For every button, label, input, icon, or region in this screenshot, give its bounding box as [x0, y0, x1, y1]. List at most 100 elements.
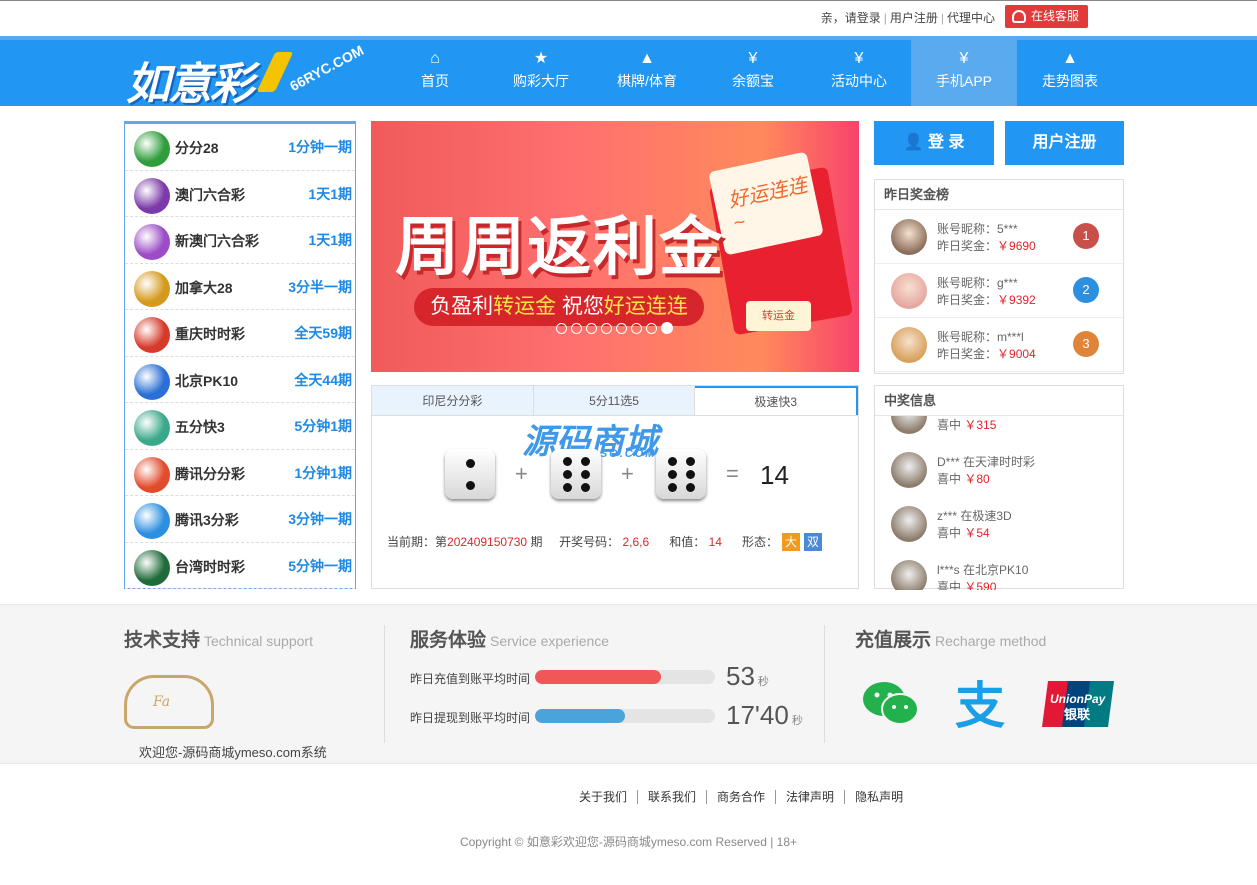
lottery-name: 腾讯3分彩: [175, 512, 239, 528]
nav-item[interactable]: ⌂ 首页: [382, 36, 488, 106]
nav-item[interactable]: ¥ 活动中心: [806, 36, 912, 106]
lottery-name: 台湾时时彩: [175, 558, 245, 575]
lottery-name: 澳门六合彩: [175, 186, 245, 203]
register-button[interactable]: 用户注册: [1005, 121, 1124, 165]
lottery-period: 1天1期: [308, 232, 352, 248]
user-icon: 👤: [903, 134, 924, 151]
carousel-dot[interactable]: [601, 323, 612, 334]
triangle-icon: ▲: [639, 50, 655, 67]
lottery-item[interactable]: 五分快3 5分钟1期: [125, 403, 355, 450]
ranking-row: 账号昵称：5*** 昨日奖金：￥9690 1: [875, 210, 1123, 264]
lottery-name: 加拿大28: [175, 279, 233, 296]
winner-text: l***s 在北京PK10: [937, 563, 1029, 577]
online-service-button[interactable]: 在线客服: [1005, 5, 1088, 28]
winner-prize: 喜中 ￥54: [937, 526, 990, 540]
lottery-name: 北京PK10: [175, 372, 239, 389]
footer-link[interactable]: 联系我们: [637, 790, 707, 804]
lottery-item[interactable]: 北京PK10 全天44期: [125, 357, 355, 403]
equals-sign: =: [726, 461, 739, 486]
carousel-dot[interactable]: [571, 323, 582, 334]
lottery-icon: [134, 503, 170, 539]
carousel-dot-active[interactable]: [661, 322, 673, 334]
divider: [824, 625, 825, 743]
lottery-period: 1分钟1期: [294, 464, 352, 481]
cloud-logo-icon: Fa: [124, 675, 214, 729]
svg-text:银联: 银联: [1064, 707, 1090, 723]
agent-link[interactable]: 代理中心: [947, 11, 995, 25]
nav-item[interactable]: ¥ 余额宝: [700, 36, 806, 106]
winner-prize: 喜中 ￥315: [937, 418, 997, 432]
prize-ranking: 昨日奖金榜 账号昵称：5*** 昨日奖金：￥9690 1 账号昵称：g*** 昨日奖金：…: [874, 179, 1124, 374]
nav-label: 购彩大厅: [513, 73, 569, 89]
lottery-icon: [134, 456, 170, 493]
nav-item[interactable]: ▲ 棋牌/体育: [594, 36, 700, 106]
alipay-icon: 支: [953, 677, 1017, 735]
lottery-period: 1天1期: [308, 185, 352, 202]
avatar: [891, 273, 927, 309]
register-link[interactable]: 用户注册: [890, 11, 938, 25]
svg-text:UnionPay: UnionPay: [1050, 692, 1107, 706]
prize-line: 昨日奖金：￥9392: [937, 293, 1036, 307]
lottery-period: 5分钟一期: [288, 557, 352, 574]
draw-result-panel: 印尼分分彩 5分11选5 极速快3 源码商城 YMESO.COM + + = 14…: [371, 385, 859, 589]
carousel-dot[interactable]: [616, 323, 627, 334]
lottery-item[interactable]: 澳门六合彩 1天1期: [125, 171, 355, 217]
footer-link[interactable]: 商务合作: [706, 790, 776, 804]
nav-item[interactable]: ¥ 手机APP: [911, 36, 1017, 106]
footer-links: 关于我们 联系我们 商务合作 法律声明 隐私声明: [579, 788, 914, 805]
sum-value: 14: [708, 535, 722, 549]
nav-item[interactable]: ★ 购彩大厅: [488, 36, 594, 106]
luck-card-text: 好运连连~: [726, 174, 810, 235]
tab-jisu-k3[interactable]: 极速快3: [695, 386, 859, 415]
progress-fill: [535, 709, 625, 723]
lottery-icon: [134, 317, 170, 353]
footer-link[interactable]: 法律声明: [775, 790, 845, 804]
lottery-item[interactable]: 新澳门六合彩 1天1期: [125, 217, 355, 264]
unionpay-icon: UnionPay 银联: [1042, 681, 1114, 730]
nav-item[interactable]: ▲ 走势图表: [1017, 36, 1123, 106]
carousel-dot[interactable]: [631, 323, 642, 334]
money-bag-icon: ¥: [854, 50, 864, 67]
footer-features: 技术支持 Technical support Fa 欢迎您-源码商城ymeso.c…: [0, 604, 1257, 764]
tab-indonesia[interactable]: 印尼分分彩: [372, 386, 534, 415]
dice-icon: [551, 449, 601, 499]
top-bar: 亲，请登录 | 用户注册 | 代理中心 在线客服: [0, 0, 1257, 36]
promo-banner[interactable]: 好运连连~ 周周返利金 负盈利转运金 祝您好运连连 转运金: [371, 121, 859, 372]
carousel-dot[interactable]: [646, 323, 657, 334]
lottery-item[interactable]: 加拿大28 3分半一期: [125, 264, 355, 310]
footer-link[interactable]: 关于我们: [579, 790, 637, 804]
avatar: [891, 506, 927, 542]
divider: [384, 625, 385, 743]
site-logo[interactable]: 如意彩 66RYC.COM: [126, 42, 366, 109]
rank-medal-icon: 1: [1073, 223, 1099, 249]
game-tabs: 印尼分分彩 5分11选5 极速快3: [372, 386, 859, 416]
copyright: Copyright © 如意彩欢迎您-源码商城ymeso.com Reserve…: [459, 835, 798, 849]
recharge-heading: 充值展示 Recharge method: [855, 630, 1047, 651]
prize-line: 昨日奖金：￥9004: [937, 347, 1036, 361]
withdraw-time-label: 昨日提现到账平均时间: [410, 711, 531, 725]
tab-5min-11x5[interactable]: 5分11选5: [533, 386, 696, 415]
login-link[interactable]: 亲，请登录: [821, 11, 881, 25]
lottery-item[interactable]: 腾讯3分彩 3分钟一期: [125, 496, 355, 543]
lottery-item[interactable]: 台湾时时彩 5分钟一期: [125, 543, 355, 589]
carousel-dot[interactable]: [586, 323, 597, 334]
avatar: [891, 452, 927, 488]
banner-cta-button[interactable]: 转运金: [746, 301, 811, 331]
nav-label: 活动中心: [831, 73, 887, 89]
lottery-item[interactable]: 重庆时时彩 全天59期: [125, 310, 355, 357]
lottery-item[interactable]: 分分28 1分钟一期: [125, 124, 355, 171]
login-button[interactable]: 👤 登 录: [874, 121, 994, 165]
lottery-item[interactable]: 腾讯分分彩 1分钟1期: [125, 450, 355, 496]
footer-link[interactable]: 隐私声明: [844, 790, 914, 804]
progress-fill: [535, 670, 661, 684]
rank-medal-icon: 3: [1073, 331, 1099, 357]
lottery-period: 5分钟1期: [294, 418, 352, 434]
rank-medal-icon: 2: [1073, 277, 1099, 303]
dice-sum: 14: [760, 460, 789, 490]
logo-domain: 66RYC.COM: [286, 41, 367, 95]
lottery-period: 3分半一期: [288, 278, 352, 295]
lottery-name: 腾讯分分彩: [175, 465, 245, 482]
carousel-dot[interactable]: [556, 323, 567, 334]
winner-row: l***s 在北京PK10 喜中 ￥590: [875, 551, 1123, 590]
deposit-time-label: 昨日充值到账平均时间: [410, 672, 531, 686]
